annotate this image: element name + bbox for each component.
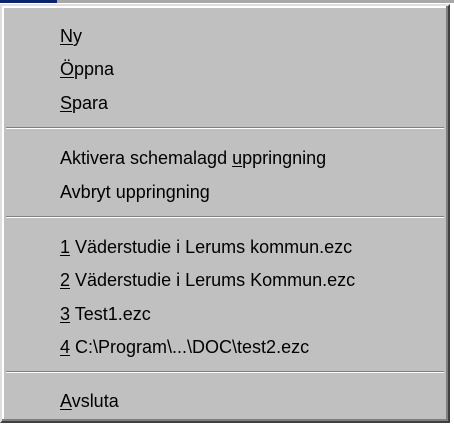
menu-separator xyxy=(6,127,444,129)
accelerator-key: Ö xyxy=(60,59,75,79)
menu-item-ny[interactable]: Ny xyxy=(60,22,82,50)
file-dropdown-menu: Ny Öppna Spara Aktivera schemalagd uppri… xyxy=(0,4,450,423)
menu-separator xyxy=(6,216,444,218)
menu-bar-strip xyxy=(57,0,454,3)
accelerator-key: 3 xyxy=(60,304,71,324)
recent-file-label: Väderstudie i Lerums kommun.ezc xyxy=(70,237,353,257)
menu-item-aktivera-schemalagd-uppringning[interactable]: Aktivera schemalagd uppringning xyxy=(60,144,326,172)
recent-file-3[interactable]: 3 Test1.ezc xyxy=(60,300,151,328)
recent-file-label: Test1.ezc xyxy=(70,304,151,324)
recent-file-label: C:\Program\...\DOC\test2.ezc xyxy=(70,337,310,357)
accelerator-key: 1 xyxy=(60,237,71,257)
accelerator-key: u xyxy=(232,148,243,168)
recent-file-2[interactable]: 2 Väderstudie i Lerums Kommun.ezc xyxy=(60,266,355,294)
menu-item-spara[interactable]: Spara xyxy=(60,89,108,117)
menu-item-label: ppringning xyxy=(242,148,327,168)
accelerator-key: N xyxy=(60,26,73,46)
menu-item-avbryt-uppringning[interactable]: Avbryt uppringning xyxy=(60,178,210,206)
screenshot-canvas: Ny Öppna Spara Aktivera schemalagd uppri… xyxy=(0,0,454,429)
menu-item-label: para xyxy=(72,93,109,113)
menu-item-label: Avbryt uppringning xyxy=(60,182,210,202)
recent-file-label: Väderstudie i Lerums Kommun.ezc xyxy=(70,270,356,290)
menu-separator xyxy=(6,371,444,373)
active-menu-title-edge xyxy=(0,0,57,3)
menu-item-label: y xyxy=(73,26,82,46)
accelerator-key: A xyxy=(60,391,72,411)
accelerator-key: 4 xyxy=(60,337,71,357)
menu-item-avsluta[interactable]: Avsluta xyxy=(60,387,119,415)
recent-file-1[interactable]: 1 Väderstudie i Lerums kommun.ezc xyxy=(60,233,352,261)
menu-item-label-prefix: Aktivera schemalagd xyxy=(60,148,233,168)
accelerator-key: 2 xyxy=(60,270,71,290)
menu-item-oppna[interactable]: Öppna xyxy=(60,55,114,83)
accelerator-key: S xyxy=(60,93,73,113)
recent-file-4[interactable]: 4 C:\Program\...\DOC\test2.ezc xyxy=(60,333,309,361)
menu-item-label: vsluta xyxy=(71,391,119,411)
menu-item-label: ppna xyxy=(74,59,115,79)
